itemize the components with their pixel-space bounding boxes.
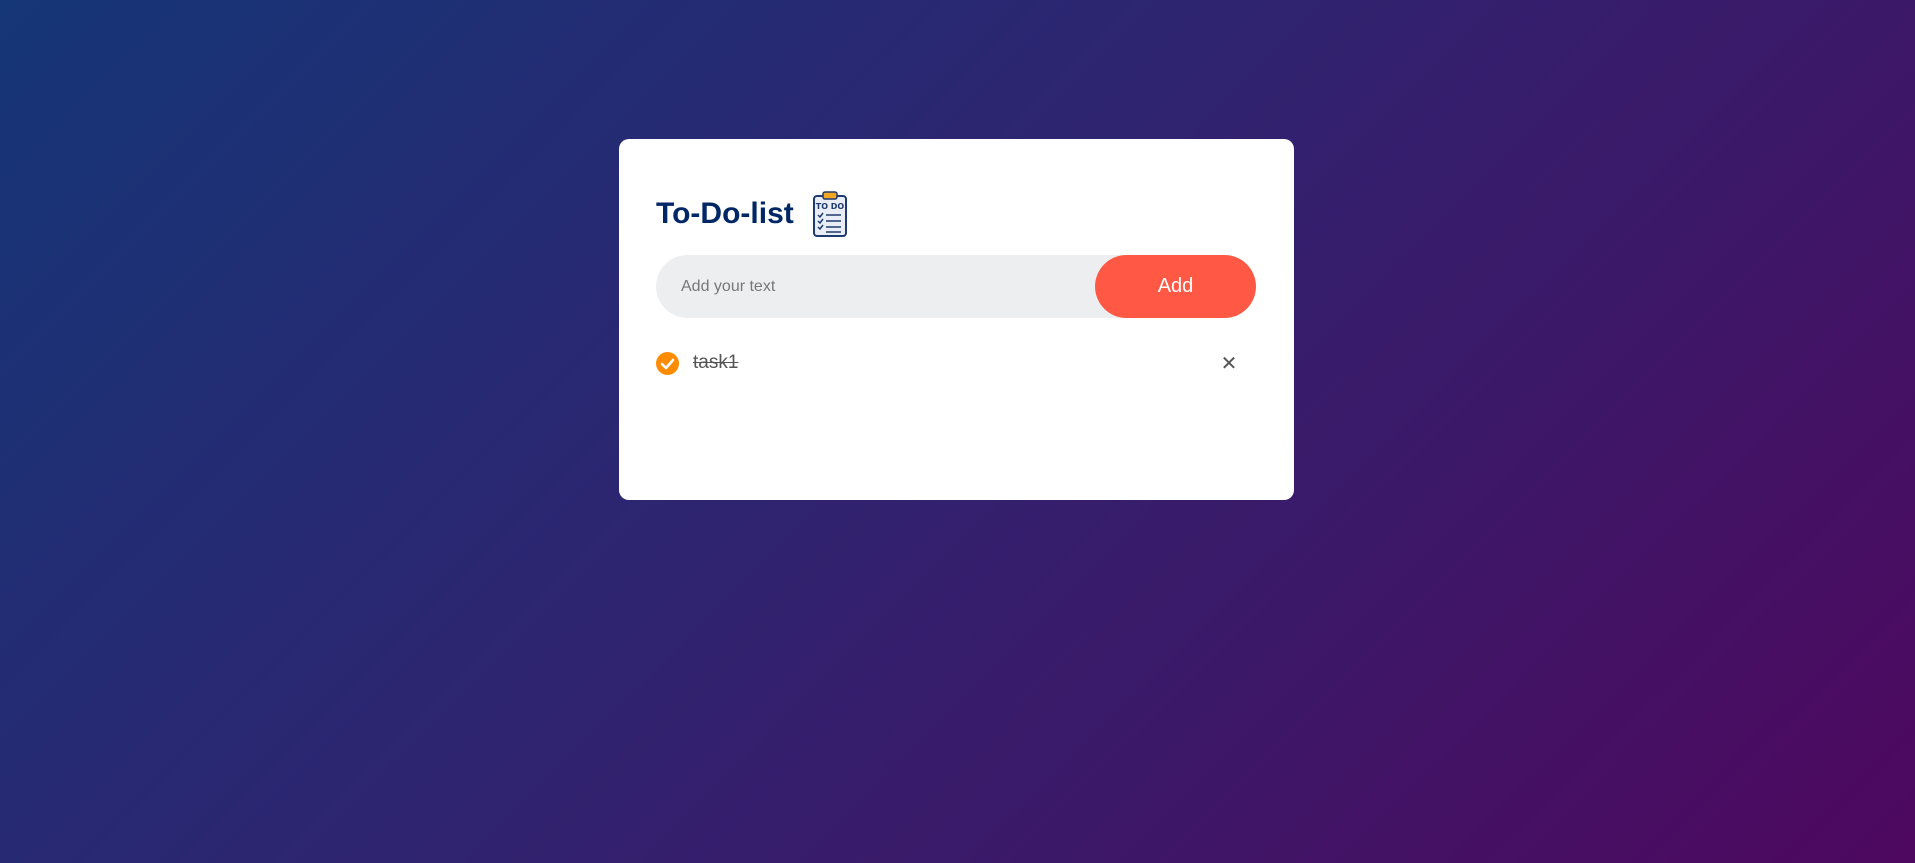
check-circle-icon[interactable] [656, 351, 679, 375]
todo-app-card: To-Do-list TO DO Add your text Add task1… [619, 139, 1294, 500]
title-row: To-Do-list TO DO [656, 190, 1257, 238]
task-text: task1 [693, 352, 739, 373]
svg-text:TO DO: TO DO [816, 202, 845, 211]
add-task-row: Add [656, 254, 1256, 319]
close-icon[interactable]: ✕ [1215, 349, 1243, 377]
task-list: task1 ✕ [656, 345, 1257, 381]
app-title: To-Do-list [656, 197, 794, 230]
clipboard-todo-icon: TO DO [812, 190, 848, 238]
task-item[interactable]: task1 ✕ [656, 345, 1257, 381]
add-button[interactable]: Add [1095, 255, 1256, 318]
